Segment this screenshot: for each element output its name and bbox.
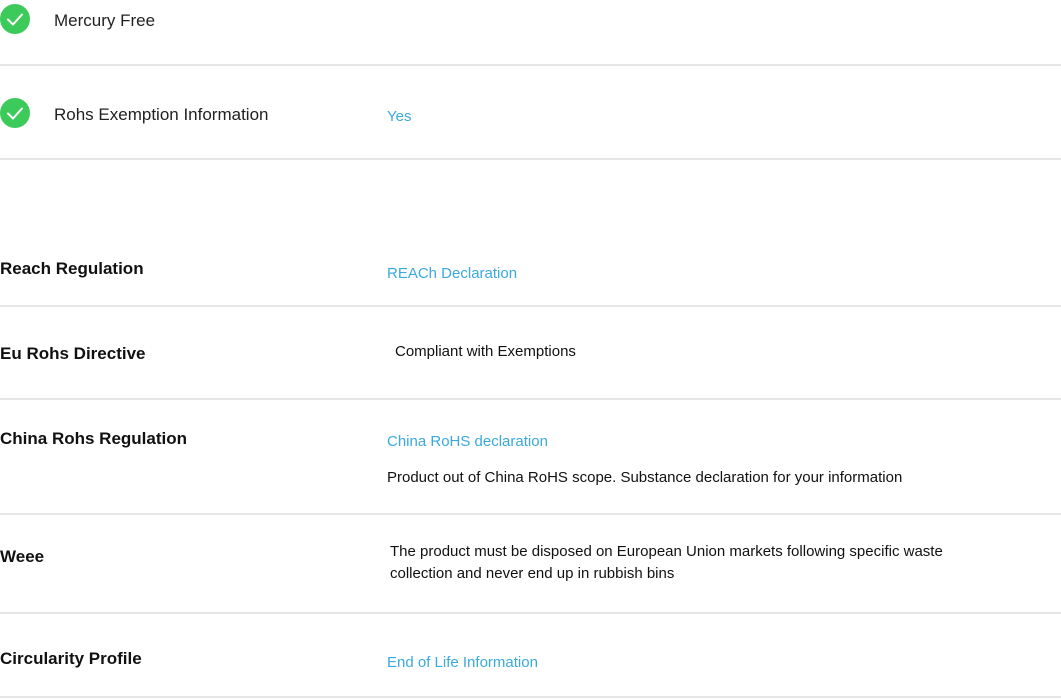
weee-label: Weee	[0, 547, 45, 566]
weee-value: The product must be disposed on European…	[390, 543, 943, 582]
divider	[0, 305, 1061, 307]
divider	[0, 64, 1061, 66]
circularity-profile-label: Circularity Profile	[0, 649, 142, 668]
end-of-life-information-link[interactable]: End of Life Information	[387, 654, 538, 671]
reach-regulation-label: Reach Regulation	[0, 259, 144, 278]
environmental-characteristics-panel: Mercury Free Rohs Exemption Information …	[0, 0, 1061, 700]
china-rohs-note: Product out of China RoHS scope. Substan…	[387, 469, 903, 486]
check-circle-icon	[0, 4, 32, 36]
rohs-exemption-row: Rohs Exemption Information Yes	[0, 98, 1061, 138]
divider	[0, 612, 1061, 614]
rohs-exemption-label: Rohs Exemption Information	[54, 105, 269, 124]
eu-rohs-directive-value: Compliant with Exemptions	[395, 343, 576, 360]
rohs-exemption-value: Yes	[387, 108, 412, 125]
reach-declaration-link[interactable]: REACh Declaration	[387, 265, 517, 282]
eu-rohs-directive-label: Eu Rohs Directive	[0, 344, 146, 363]
mercury-free-label: Mercury Free	[54, 11, 156, 30]
divider	[0, 513, 1061, 515]
check-circle-icon	[0, 98, 32, 130]
china-rohs-declaration-link[interactable]: China RoHS declaration	[387, 433, 548, 450]
divider	[0, 398, 1061, 400]
divider	[0, 696, 1061, 698]
mercury-free-row: Mercury Free	[0, 4, 1061, 44]
divider	[0, 158, 1061, 160]
china-rohs-regulation-label: China Rohs Regulation	[0, 429, 187, 448]
